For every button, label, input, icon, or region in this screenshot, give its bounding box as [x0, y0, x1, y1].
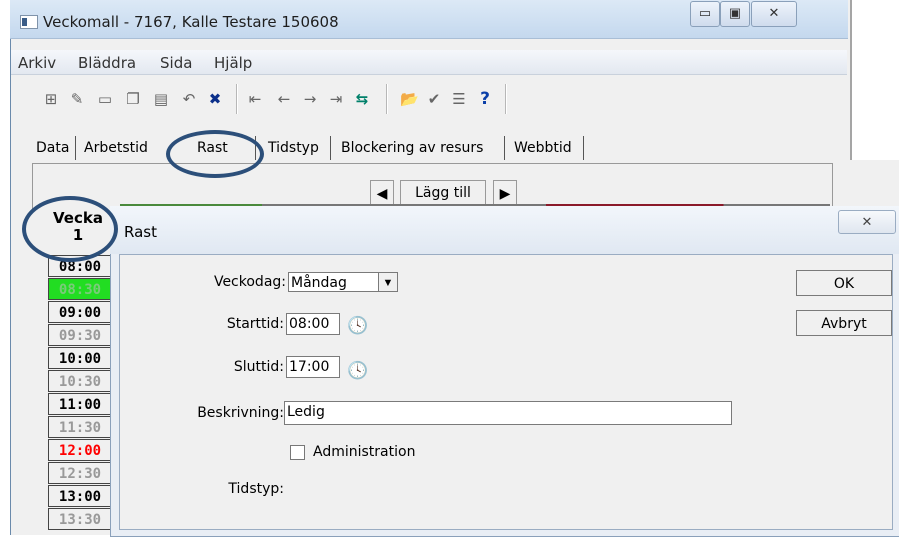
add-button[interactable]: Lägg till	[400, 180, 486, 206]
menu-hjalp[interactable]: Hjälp	[214, 54, 252, 72]
tab-arbetstid[interactable]: Arbetstid	[84, 140, 148, 156]
open-folder-icon[interactable]: 📂	[400, 90, 419, 108]
last-icon[interactable]: ⇥	[327, 90, 345, 108]
toolbar-separator	[505, 84, 507, 114]
help-icon[interactable]: ?	[476, 90, 494, 108]
description-input[interactable]: Ledig	[284, 401, 732, 425]
time-type-label: Tidstyp:	[228, 481, 284, 497]
time-slot[interactable]: 10:30	[48, 370, 112, 392]
highlight-oval-rast	[166, 130, 264, 178]
toolbar-separator	[386, 84, 388, 114]
administration-label: Administration	[313, 444, 416, 460]
weekday-select[interactable]: Måndag	[288, 272, 379, 292]
end-time-label: Sluttid:	[233, 359, 284, 375]
next-week-button[interactable]: ▶	[493, 180, 517, 206]
app-icon	[20, 15, 38, 29]
tab-webbtid[interactable]: Webbtid	[514, 140, 572, 156]
undo-icon[interactable]: ↶	[180, 90, 198, 108]
close-button[interactable]: ✕	[751, 1, 797, 27]
description-label: Beskrivning:	[197, 405, 284, 421]
list-icon[interactable]: ☰	[450, 90, 468, 108]
start-time-label: Starttid:	[226, 316, 284, 332]
maximize-button[interactable]: ▣	[720, 1, 750, 27]
table-icon[interactable]: ▭	[96, 90, 114, 108]
time-slot[interactable]: 09:30	[48, 324, 112, 346]
check-icon[interactable]: ✔	[425, 90, 443, 108]
start-clock-icon[interactable]: 🕓	[347, 315, 369, 337]
minimize-button[interactable]: ▭	[690, 1, 720, 27]
dialog-titlebar[interactable]	[110, 206, 899, 254]
first-icon[interactable]: ⇤	[246, 90, 264, 108]
time-slot[interactable]: 09:00	[48, 301, 112, 323]
tab-blockering-av-resurs[interactable]: Blockering av resurs	[341, 140, 483, 156]
time-slot[interactable]: 12:00	[48, 439, 112, 461]
tab-divider	[75, 136, 76, 160]
sync-icon[interactable]: ⇆	[353, 90, 371, 108]
start-time-input[interactable]: 08:00	[286, 313, 340, 335]
time-slot[interactable]: 11:30	[48, 416, 112, 438]
cancel-button[interactable]: Avbryt	[796, 310, 892, 336]
time-slot[interactable]: 11:00	[48, 393, 112, 415]
copy-icon[interactable]: ❐	[124, 90, 142, 108]
end-time-input[interactable]: 17:00	[286, 356, 340, 378]
time-slot[interactable]: 08:30	[48, 278, 112, 300]
menu-sida[interactable]: Sida	[160, 54, 192, 72]
ok-button[interactable]: OK	[796, 270, 892, 296]
dialog-close-button[interactable]: ✕	[838, 210, 896, 234]
tab-divider	[330, 136, 331, 160]
weekday-label: Veckodag:	[213, 274, 286, 290]
time-slot[interactable]: 12:30	[48, 462, 112, 484]
tab-tidstyp[interactable]: Tidstyp	[268, 140, 319, 156]
dropdown-arrow-icon[interactable]: ▼	[378, 272, 398, 292]
end-clock-icon[interactable]: 🕓	[347, 360, 369, 382]
dialog-title: Rast	[124, 223, 157, 241]
window-title: Veckomall - 7167, Kalle Testare 150608	[43, 13, 339, 31]
previous-week-button[interactable]: ◀	[370, 180, 394, 206]
menu-bar	[11, 50, 847, 75]
background-window-edge	[850, 0, 899, 160]
highlight-oval-vecka	[22, 196, 118, 262]
menu-bladdra[interactable]: Bläddra	[78, 54, 136, 72]
delete-icon[interactable]: ✖	[206, 90, 224, 108]
previous-icon[interactable]: ←	[275, 90, 293, 108]
tab-data[interactable]: Data	[36, 140, 69, 156]
administration-checkbox[interactable]	[290, 445, 305, 460]
time-slot[interactable]: 13:30	[48, 508, 112, 530]
menu-arkiv[interactable]: Arkiv	[18, 54, 56, 72]
edit-icon[interactable]: ✎	[68, 90, 86, 108]
tab-divider	[504, 136, 505, 160]
next-icon[interactable]: →	[301, 90, 319, 108]
tab-divider	[583, 136, 584, 160]
new-record-icon[interactable]: ⊞	[42, 90, 60, 108]
save-icon[interactable]: ▤	[152, 90, 170, 108]
time-slot[interactable]: 10:00	[48, 347, 112, 369]
toolbar-separator	[236, 84, 238, 114]
time-slot[interactable]: 13:00	[48, 485, 112, 507]
